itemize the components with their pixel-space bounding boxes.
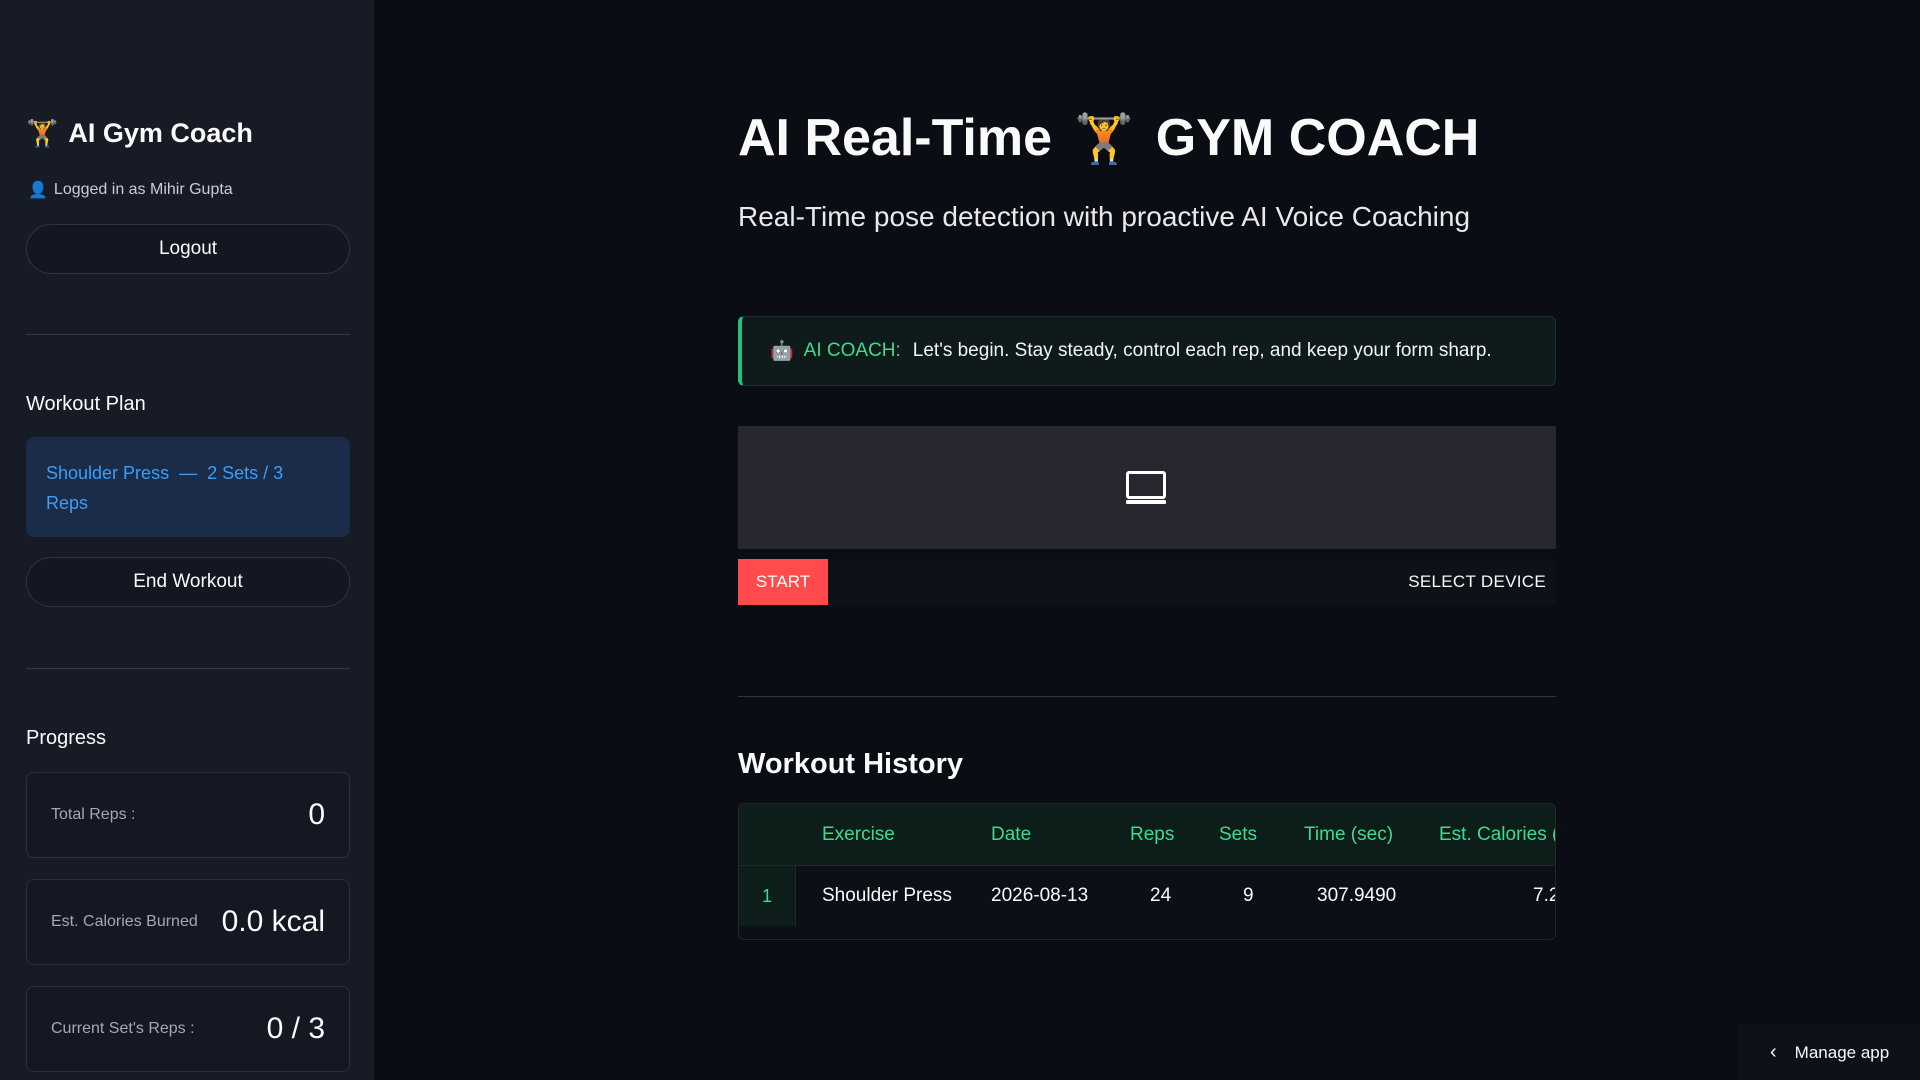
monitor-icon [1126,470,1168,505]
metric-value: 0 [308,798,325,831]
user-icon: 👤 [28,182,48,199]
workout-plan-card: Shoulder Press — 2 Sets / 3 Reps [26,437,350,537]
main-divider [738,696,1556,697]
plan-separator: — [179,463,198,483]
title-left: AI Real-Time [738,109,1053,167]
progress-title: Progress [26,727,107,749]
plan-detail: 2 Sets / 3 [207,463,284,483]
manage-app-button[interactable]: ‹ Manage app [1738,1025,1920,1080]
column-header-date[interactable]: Date [991,804,1031,866]
coach-label: AI COACH: [803,340,901,361]
logout-button[interactable]: Logout [26,224,350,274]
metric-value: 0.0 kcal [221,905,325,938]
sidebar-divider [26,334,350,335]
column-header-sets[interactable]: Sets [1219,804,1257,866]
workout-history-title: Workout History [738,748,964,780]
row-index: 1 [739,866,796,926]
end-workout-button[interactable]: End Workout [26,557,350,607]
manage-app-label: Manage app [1794,1042,1890,1062]
table-header: Exercise Date Reps Sets Time (sec) Est. … [739,804,1555,866]
monitor-base [1126,499,1166,504]
plan-detail-unit: Reps [46,493,89,513]
ai-coach-message: 🤖 AI COACH: Let's begin. Stay steady, co… [738,316,1556,386]
metric-total-reps: Total Reps : 0 [26,772,350,858]
cell-exercise: Shoulder Press [822,885,952,906]
webrtc-controls: START SELECT DEVICE [738,559,1556,605]
sidebar-brand: 🏋️ AI Gym Coach [26,118,253,149]
app-root: 🏋️ AI Gym Coach 👤 Logged in as Mihir Gup… [0,0,1920,1080]
table-row[interactable]: 1 Shoulder Press 2026-08-13 24 9 307.949… [739,866,1555,926]
cell-reps: 24 [1150,885,1172,906]
monitor-screen [1126,470,1166,499]
column-header-exercise[interactable]: Exercise [822,804,895,866]
plan-exercise: Shoulder Press [46,463,170,483]
metric-value: 0 / 3 [266,1012,325,1045]
metric-label: Current Set's Reps : [51,1020,195,1037]
start-button[interactable]: START [738,559,828,605]
metric-current-set-reps: Current Set's Reps : 0 / 3 [26,986,350,1072]
sidebar-divider [26,668,350,669]
column-header-reps[interactable]: Reps [1130,804,1174,866]
column-header-calories[interactable]: Est. Calories (k [1439,804,1555,866]
coach-message-text: Let's begin. Stay steady, control each r… [912,340,1492,361]
logged-in-text: Logged in as Mihir Gupta [53,181,233,198]
logged-in-status: 👤 Logged in as Mihir Gupta [28,180,233,200]
weightlifter-icon: 🏋️ [1074,112,1134,166]
title-right: GYM COACH [1155,109,1480,167]
metric-label: Est. Calories Burned [51,913,198,930]
chevron-left-icon: ‹ [1770,1041,1777,1063]
brand-title: AI Gym Coach [68,118,253,148]
sidebar: 🏋️ AI Gym Coach 👤 Logged in as Mihir Gup… [0,0,374,1080]
page-title: AI Real-Time 🏋️ GYM COACH [738,108,1479,168]
column-header-time[interactable]: Time (sec) [1304,804,1393,866]
metric-label: Total Reps : [51,806,136,823]
video-feed [738,426,1556,549]
cell-date: 2026-08-13 [991,885,1089,906]
cell-sets: 9 [1243,885,1254,906]
robot-icon: 🤖 [770,341,794,362]
workout-plan-title: Workout Plan [26,393,146,415]
cell-time: 307.9490 [1317,885,1397,906]
cell-calories: 7.2 [1533,885,1555,906]
metric-calories: Est. Calories Burned 0.0 kcal [26,879,350,965]
workout-history-table[interactable]: Exercise Date Reps Sets Time (sec) Est. … [738,803,1556,940]
page-subtitle: Real-Time pose detection with proactive … [738,201,1471,232]
select-device-button[interactable]: SELECT DEVICE [1408,559,1546,605]
weightlifter-icon: 🏋️ [26,118,59,148]
